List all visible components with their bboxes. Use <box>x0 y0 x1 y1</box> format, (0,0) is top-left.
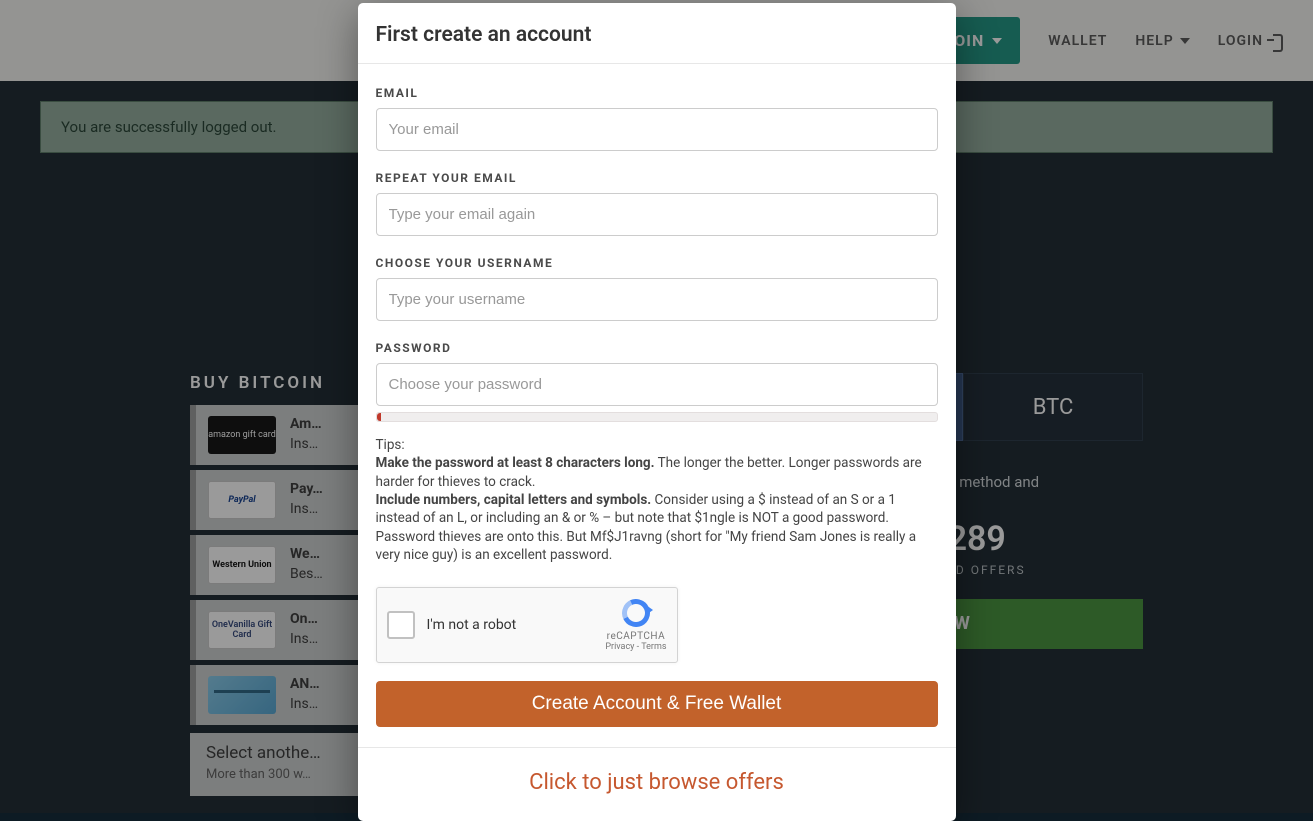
create-account-button[interactable]: Create Account & Free Wallet <box>376 681 938 727</box>
recaptcha-checkbox[interactable] <box>387 611 415 639</box>
repeat-email-label: REPEAT YOUR EMAIL <box>376 171 938 185</box>
password-label: PASSWORD <box>376 341 938 355</box>
password-tips: Tips: Make the password at least 8 chara… <box>376 436 938 565</box>
email-label: EMAIL <box>376 86 938 100</box>
username-field[interactable] <box>376 278 938 321</box>
repeat-email-field[interactable] <box>376 193 938 236</box>
username-label: CHOOSE YOUR USERNAME <box>376 256 938 270</box>
create-account-modal: First create an account EMAIL REPEAT YOU… <box>358 3 956 821</box>
recaptcha-label: I'm not a robot <box>427 617 606 633</box>
email-field[interactable] <box>376 108 938 151</box>
password-strength-meter <box>376 412 938 422</box>
modal-title: First create an account <box>358 3 956 64</box>
recaptcha-widget[interactable]: I'm not a robot reCAPTCHA Privacy - Term… <box>376 587 678 663</box>
recaptcha-icon <box>620 597 652 629</box>
browse-offers-link[interactable]: Click to just browse offers <box>529 770 784 795</box>
password-field[interactable] <box>376 363 938 406</box>
